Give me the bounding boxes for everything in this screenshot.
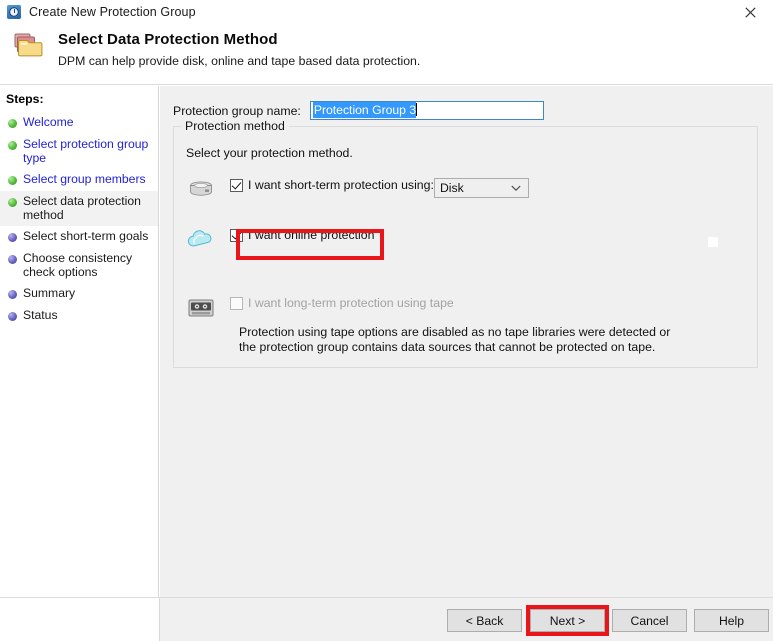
sidebar-item-select-group-members[interactable]: Select group members bbox=[0, 169, 158, 191]
page-subtitle: DPM can help provide disk, online and ta… bbox=[58, 54, 421, 68]
step-bullet-icon bbox=[8, 119, 17, 128]
screenshot-artifact-square bbox=[708, 237, 718, 247]
close-icon[interactable] bbox=[727, 0, 773, 24]
protection-group-name-input[interactable]: Protection Group 3 bbox=[309, 101, 544, 120]
sidebar-item-select-short-term-goals[interactable]: Select short-term goals bbox=[0, 226, 158, 248]
step-label: Choose consistency check options bbox=[23, 251, 133, 279]
steps-list: Welcome Select protection group type Sel… bbox=[0, 112, 158, 327]
long-term-protection-row: I want long-term protection using tape bbox=[186, 296, 454, 320]
window-title: Create New Protection Group bbox=[29, 5, 196, 19]
protection-method-groupbox-title: Protection method bbox=[181, 119, 289, 133]
long-term-protection-checkbox bbox=[230, 296, 243, 310]
online-protection-checkbox-line: I want online protection bbox=[230, 228, 374, 242]
short-term-protection-label: I want short-term protection using: bbox=[248, 178, 434, 192]
steps-sidebar: Steps: Welcome Select protection group t… bbox=[0, 86, 159, 597]
step-label: Select group members bbox=[23, 172, 146, 186]
step-bullet-icon bbox=[8, 255, 17, 264]
step-label: Select protection group type bbox=[23, 137, 149, 165]
disk-icon bbox=[186, 178, 216, 202]
cancel-button[interactable]: Cancel bbox=[612, 609, 687, 632]
title-bar: Create New Protection Group bbox=[0, 0, 773, 24]
main-content: Protection group name: Protection Group … bbox=[160, 86, 773, 597]
step-bullet-icon bbox=[8, 312, 17, 321]
tape-icon bbox=[186, 296, 216, 320]
short-term-protection-checkbox[interactable] bbox=[230, 178, 243, 192]
cloud-icon bbox=[186, 228, 216, 252]
help-button[interactable]: Help bbox=[694, 609, 769, 632]
step-label: Select data protection method bbox=[23, 194, 141, 222]
protection-group-name-label: Protection group name: bbox=[173, 103, 301, 118]
sidebar-item-status[interactable]: Status bbox=[0, 305, 158, 327]
long-term-protection-checkbox-line: I want long-term protection using tape bbox=[230, 296, 454, 310]
step-bullet-icon bbox=[8, 233, 17, 242]
protection-group-name-row: Protection group name: Protection Group … bbox=[173, 101, 544, 120]
online-protection-label: I want online protection bbox=[248, 228, 375, 242]
sidebar-item-summary[interactable]: Summary bbox=[0, 283, 158, 305]
step-bullet-icon bbox=[8, 141, 17, 150]
chevron-down-icon bbox=[511, 181, 521, 195]
step-label: Summary bbox=[23, 286, 76, 300]
footer-button-bar: < Back Next > Cancel Help bbox=[160, 597, 773, 641]
sidebar-item-select-data-protection-method[interactable]: Select data protection method bbox=[0, 191, 158, 226]
step-bullet-icon bbox=[8, 290, 17, 299]
footer-left-filler bbox=[0, 597, 160, 641]
step-bullet-icon bbox=[8, 176, 17, 185]
back-button[interactable]: < Back bbox=[447, 609, 522, 632]
long-term-protection-label: I want long-term protection using tape bbox=[248, 296, 454, 310]
sidebar-item-select-protection-group-type[interactable]: Select protection group type bbox=[0, 134, 158, 169]
short-term-media-value: Disk bbox=[440, 181, 464, 195]
create-protection-group-window: Create New Protection Group Select Data … bbox=[0, 0, 773, 641]
protection-group-name-value: Protection Group 3 bbox=[312, 102, 417, 118]
sidebar-item-choose-consistency-check-options[interactable]: Choose consistency check options bbox=[0, 248, 158, 283]
wizard-header: Select Data Protection Method DPM can he… bbox=[0, 24, 773, 85]
step-label: Status bbox=[23, 308, 58, 322]
online-protection-row: I want online protection bbox=[186, 228, 374, 252]
dpm-clock-icon bbox=[6, 4, 22, 20]
step-bullet-icon bbox=[8, 198, 17, 207]
step-label: Welcome bbox=[23, 115, 74, 129]
short-term-protection-row: I want short-term protection using: bbox=[186, 178, 434, 202]
tape-disabled-note: Protection using tape options are disabl… bbox=[239, 325, 671, 354]
online-protection-checkbox[interactable] bbox=[230, 228, 243, 242]
next-button[interactable]: Next > bbox=[530, 609, 605, 632]
steps-heading: Steps: bbox=[6, 92, 44, 106]
page-title: Select Data Protection Method bbox=[58, 31, 278, 48]
short-term-checkbox-line: I want short-term protection using: bbox=[230, 178, 434, 192]
protection-method-intro: Select your protection method. bbox=[186, 146, 353, 160]
short-term-media-dropdown[interactable]: Disk bbox=[434, 178, 529, 198]
sidebar-item-welcome[interactable]: Welcome bbox=[0, 112, 158, 134]
text-caret bbox=[416, 103, 418, 116]
step-label: Select short-term goals bbox=[23, 229, 149, 243]
folders-icon bbox=[12, 30, 48, 62]
